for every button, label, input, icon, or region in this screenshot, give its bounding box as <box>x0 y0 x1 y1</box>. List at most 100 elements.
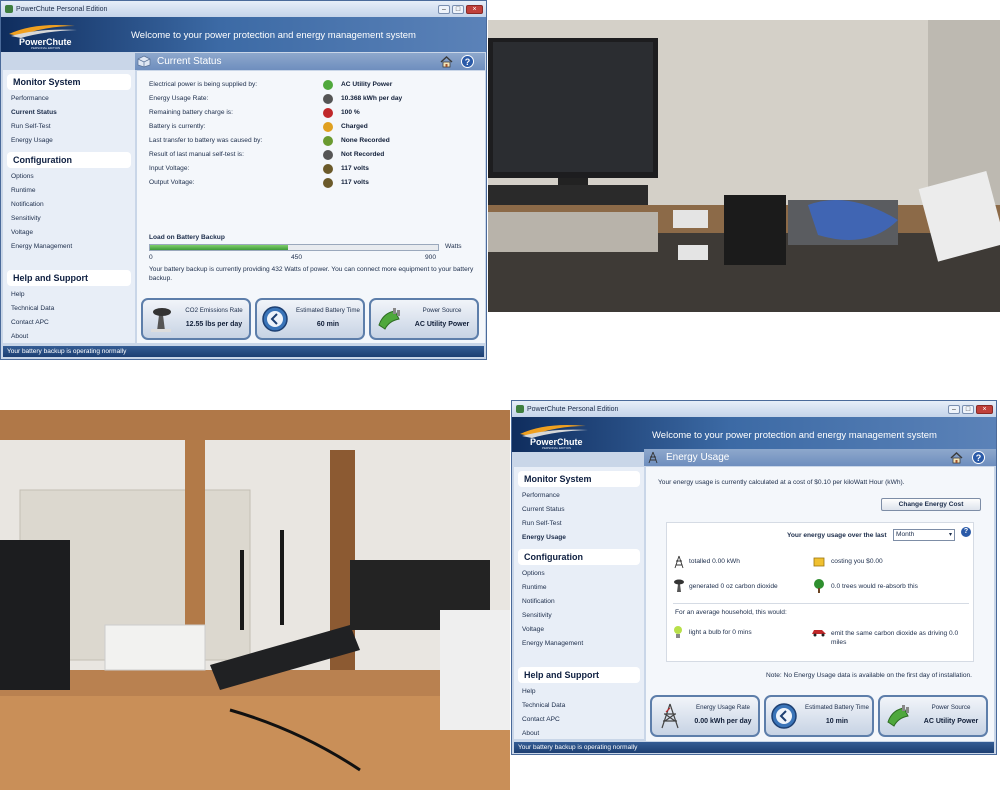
maximize-button[interactable]: □ <box>452 4 464 14</box>
sidebar-item-sensitivity[interactable]: Sensitivity <box>514 609 644 623</box>
sidebar-item-performance[interactable]: Performance <box>514 489 644 503</box>
sidebar-item-energy-management[interactable]: Energy Management <box>3 240 135 254</box>
sidebar-item-energy-usage[interactable]: Energy Usage <box>514 531 644 545</box>
battery-icon <box>323 108 333 118</box>
sidebar-item-voltage[interactable]: Voltage <box>3 226 135 240</box>
sidebar-item-current-status[interactable]: Current Status <box>3 106 135 120</box>
section-header: Current Status ? <box>135 53 485 70</box>
minimize-button[interactable]: – <box>948 404 960 414</box>
sidebar-item-run-self-test[interactable]: Run Self-Test <box>3 120 135 134</box>
sidebar-item-contact-apc[interactable]: Contact APC <box>3 316 135 330</box>
sidebar-item-about[interactable]: About <box>514 727 644 741</box>
status-label: Battery is currently: <box>149 123 206 130</box>
minimize-button[interactable]: – <box>438 4 450 14</box>
tile-label: Power Source <box>931 704 971 711</box>
tile-value: 0.00 kWh per day <box>694 718 752 725</box>
desk-photo-image <box>488 20 1000 312</box>
trees-text: 0.0 trees would re-absorb this <box>831 583 918 590</box>
sidebar-item-notification[interactable]: Notification <box>3 198 135 212</box>
tile-value: 10 min <box>825 718 849 725</box>
status-label: Remaining battery charge is: <box>149 109 233 116</box>
status-value: 117 volts <box>341 165 369 172</box>
load-message: Your battery backup is currently providi… <box>149 266 474 282</box>
welcome-text: Welcome to your power protection and ene… <box>652 430 937 441</box>
sidebar: Monitor System Performance Current Statu… <box>514 467 644 739</box>
tile-value: AC Utility Power <box>414 321 470 328</box>
sidebar-item-voltage[interactable]: Voltage <box>514 623 644 637</box>
tile-label: CO2 Emissions Rate <box>185 307 243 314</box>
energy-cost-text: Your energy usage is currently calculate… <box>658 479 905 486</box>
sidebar-item-about[interactable]: About <box>3 330 135 344</box>
tile-power-source[interactable]: Power Source AC Utility Power <box>369 298 479 340</box>
maximize-button[interactable]: □ <box>962 404 974 414</box>
period-help-icon[interactable]: ? <box>961 527 971 537</box>
sidebar-item-performance[interactable]: Performance <box>3 92 135 106</box>
change-energy-cost-button[interactable]: Change Energy Cost <box>881 498 981 511</box>
sidebar-item-contact-apc[interactable]: Contact APC <box>514 713 644 727</box>
sidebar-item-technical-data[interactable]: Technical Data <box>3 302 135 316</box>
tile-label: Energy Usage Rate <box>696 704 750 711</box>
app-header: PowerChute PERSONAL EDITION Welcome to y… <box>1 17 486 52</box>
plug-icon <box>378 308 400 330</box>
status-value: Not Recorded <box>341 151 385 158</box>
energy-content: Your energy usage is currently calculate… <box>646 467 994 741</box>
nav-heading-help: Help and Support <box>518 667 640 683</box>
close-button[interactable]: × <box>976 404 993 414</box>
nav-heading-configuration: Configuration <box>7 152 131 168</box>
car-text: emit the same carbon dioxide as driving … <box>831 630 959 646</box>
help-icon[interactable]: ? <box>461 55 474 68</box>
sidebar-item-current-status[interactable]: Current Status <box>514 503 644 517</box>
tower-icon <box>661 703 679 729</box>
status-label: Input Voltage: <box>149 165 190 172</box>
tree-icon <box>814 579 824 593</box>
factory-icon <box>151 308 171 332</box>
status-value: 10.368 kWh per day <box>341 95 403 102</box>
sidebar-item-options[interactable]: Options <box>514 567 644 581</box>
sidebar-item-technical-data[interactable]: Technical Data <box>514 699 644 713</box>
tile-energy-usage-rate[interactable]: Energy Usage Rate 0.00 kWh per day <box>650 695 760 737</box>
panel-divider <box>673 603 969 604</box>
tile-power-source[interactable]: Power Source AC Utility Power <box>878 695 988 737</box>
powerchute-logo: PowerChute PERSONAL EDITION <box>520 425 588 450</box>
sidebar-item-sensitivity[interactable]: Sensitivity <box>3 212 135 226</box>
app-icon <box>516 405 524 413</box>
totalled-text: totalled 0.00 kWh <box>689 558 740 565</box>
sidebar-item-runtime[interactable]: Runtime <box>3 184 135 198</box>
sidebar-item-help[interactable]: Help <box>3 288 135 302</box>
tower-icon <box>323 94 333 104</box>
home-icon[interactable] <box>950 451 963 464</box>
sidebar-item-energy-usage[interactable]: Energy Usage <box>3 134 135 148</box>
sidebar-item-energy-management[interactable]: Energy Management <box>514 637 644 651</box>
sidebar-item-notification[interactable]: Notification <box>514 595 644 609</box>
status-label: Output Voltage: <box>149 179 195 186</box>
tile-estimated-battery-time[interactable]: Estimated Battery Time 10 min <box>764 695 874 737</box>
sidebar-item-options[interactable]: Options <box>3 170 135 184</box>
tower-icon <box>674 555 684 569</box>
period-select[interactable]: Month ▾ <box>893 529 955 541</box>
close-button[interactable]: × <box>466 4 483 14</box>
status-value: None Recorded <box>341 137 390 144</box>
load-bar-fill <box>150 245 289 250</box>
load-tick-900: 900 <box>425 254 437 261</box>
status-label: Last transfer to battery was caused by: <box>149 137 263 144</box>
cube-icon <box>137 55 151 68</box>
sidebar-item-help[interactable]: Help <box>514 685 644 699</box>
app-header: PowerChute PERSONAL EDITION Welcome to y… <box>512 417 996 452</box>
bulb-icon <box>674 626 682 638</box>
sidebar-item-runtime[interactable]: Runtime <box>514 581 644 595</box>
status-bar: Your battery backup is operating normall… <box>514 742 994 753</box>
sidebar-item-run-self-test[interactable]: Run Self-Test <box>514 517 644 531</box>
title-bar: PowerChute Personal Edition – □ × <box>1 1 486 17</box>
status-value: 117 volts <box>341 179 369 186</box>
period-label: Your energy usage over the last <box>787 532 887 539</box>
window-title: PowerChute Personal Edition <box>527 405 619 413</box>
app-icon <box>5 5 13 13</box>
stethoscope-icon <box>323 150 333 160</box>
section-title: Energy Usage <box>666 452 730 463</box>
tile-co2-emissions[interactable]: CO2 Emissions Rate 12.55 lbs per day <box>141 298 251 340</box>
help-icon[interactable]: ? <box>972 451 985 464</box>
title-bar: PowerChute Personal Edition – □ × <box>512 401 996 417</box>
home-icon[interactable] <box>440 55 453 68</box>
sidebar: Monitor System Performance Current Statu… <box>3 70 135 343</box>
tile-estimated-battery-time[interactable]: Estimated Battery Time 60 min <box>255 298 365 340</box>
